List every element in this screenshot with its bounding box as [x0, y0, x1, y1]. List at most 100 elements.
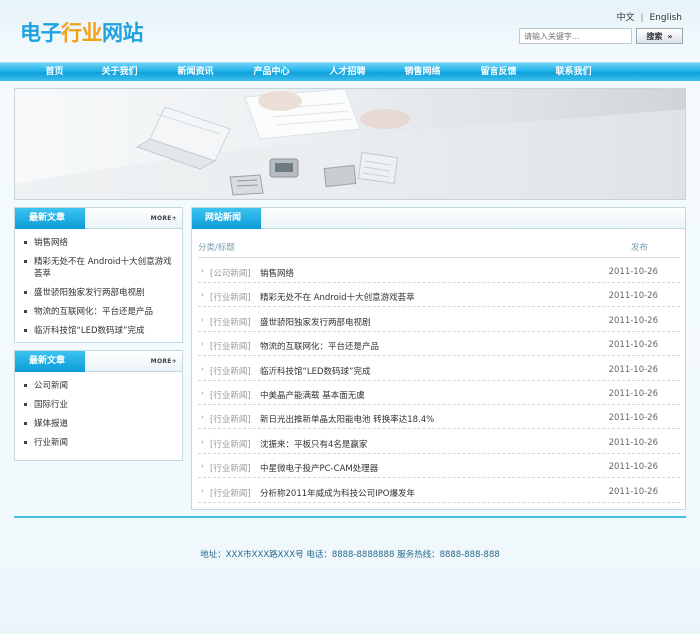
footer-contact-info: 地址：XXX市XXX路XXX号 电话：8888-8888888 服务热线：888…: [200, 550, 500, 560]
row-title[interactable]: 销售网络: [260, 267, 294, 279]
bullet-icon: [24, 260, 27, 263]
list-item[interactable]: 媒体报道: [20, 418, 177, 430]
table-row[interactable]: › [行业新闻] 精彩无处不在 Android十大创意游戏荟萃 2011-10-…: [198, 283, 680, 307]
bullet-icon: [24, 441, 27, 444]
list-item-label: 国际行业: [34, 400, 69, 410]
bullet-icon: [24, 291, 27, 294]
sidebar-box-title: 最新文章: [15, 208, 85, 229]
row-title[interactable]: 精彩无处不在 Android十大创意游戏荟萃: [260, 291, 415, 303]
table-row[interactable]: › [行业新闻] 物流的互联网化：平台还是产品 2011-10-26: [198, 332, 680, 356]
list-item[interactable]: 盛世骄阳独家发行两部电视剧: [20, 287, 177, 299]
logo-text-1: 电子: [20, 21, 62, 45]
list-item-label: 媒体报道: [34, 419, 69, 429]
row-category: [行业新闻]: [210, 391, 251, 401]
bullet-icon: [24, 241, 27, 244]
arrow-right-icon: ›: [201, 487, 204, 495]
row-title[interactable]: 分析称2011年威成为科技公司IPO爆发年: [260, 487, 415, 499]
list-item[interactable]: 行业新闻: [20, 437, 177, 449]
list-item[interactable]: 公司新闻: [20, 380, 177, 392]
table-row[interactable]: › [行业新闻] 沈振来：平板只有4名是赢家 2011-10-26: [198, 430, 680, 454]
nav-item-about[interactable]: 关于我们: [92, 63, 147, 82]
row-date: 2011-10-26: [608, 487, 658, 497]
list-item-label: 公司新闻: [34, 381, 69, 391]
site-news-panel: 网站新闻 分类/标题 发布 › [公司新闻] 销售网络 2011-10-26 ›…: [191, 207, 686, 510]
row-title[interactable]: 盛世骄阳独家发行两部电视剧: [260, 316, 371, 328]
row-category: [行业新闻]: [210, 342, 251, 352]
list-item[interactable]: 临沂科技馆“LED数码球”完成: [20, 325, 177, 337]
nav-item-home[interactable]: 首页: [27, 63, 82, 82]
sidebar-latest-articles: 最新文章 MORE+ 销售网络 精彩无处不在 Android十大创意游戏荟萃 盛…: [14, 207, 183, 343]
nav-item-feedback[interactable]: 留言反馈: [471, 63, 526, 82]
double-chevron-right-icon: »: [667, 31, 673, 41]
row-date: 2011-10-26: [608, 462, 658, 472]
sidebar-box-title: 最新文章: [15, 351, 85, 372]
row-title[interactable]: 沈振来：平板只有4名是赢家: [260, 438, 367, 450]
lang-english-link[interactable]: English: [650, 13, 683, 23]
list-item-label: 盛世骄阳独家发行两部电视剧: [34, 288, 145, 298]
bullet-icon: [24, 329, 27, 332]
bullet-icon: [24, 403, 27, 406]
site-header: 电子行业网站 中文 | English 搜索 »: [0, 0, 700, 62]
bullet-icon: [24, 384, 27, 387]
row-title[interactable]: 临沂科技馆“LED数码球”完成: [260, 365, 370, 377]
list-item[interactable]: 物流的互联网化：平台还是产品: [20, 306, 177, 318]
arrow-right-icon: ›: [201, 413, 204, 421]
row-category: [行业新闻]: [210, 415, 251, 425]
sidebar-article-list: 销售网络 精彩无处不在 Android十大创意游戏荟萃 盛世骄阳独家发行两部电视…: [15, 229, 182, 337]
row-category: [公司新闻]: [210, 269, 251, 279]
nav-item-news[interactable]: 新闻资讯: [168, 63, 223, 82]
row-category: [行业新闻]: [210, 293, 251, 303]
news-panel-title: 网站新闻: [192, 208, 261, 229]
logo-text-2: 行业: [61, 21, 103, 45]
search-button[interactable]: 搜索 »: [636, 28, 683, 44]
news-panel-header: 网站新闻: [192, 208, 685, 229]
row-date: 2011-10-26: [608, 316, 658, 326]
column-header-date: 发布: [631, 243, 649, 253]
row-category: [行业新闻]: [210, 440, 251, 450]
row-date: 2011-10-26: [608, 413, 658, 423]
table-row[interactable]: › [行业新闻] 中星微电子投产PC-CAM处理器 2011-10-26: [198, 454, 680, 478]
row-title[interactable]: 中美晶产能满载 基本面无虞: [260, 389, 365, 401]
more-link[interactable]: MORE+: [151, 215, 177, 222]
sidebar-category-list: 公司新闻 国际行业 媒体报道 行业新闻: [15, 372, 182, 449]
nav-item-contact[interactable]: 联系我们: [546, 63, 601, 82]
list-item-label: 精彩无处不在 Android十大创意游戏荟萃: [34, 257, 172, 279]
list-item-label: 行业新闻: [34, 438, 69, 448]
row-title[interactable]: 物流的互联网化：平台还是产品: [260, 340, 379, 352]
column-header-title: 分类/标题: [198, 243, 235, 253]
nav-item-jobs[interactable]: 人才招聘: [320, 63, 375, 82]
bullet-icon: [24, 422, 27, 425]
row-title[interactable]: 新日光出推新单晶太阳能电池 转换率达18.4%: [260, 413, 434, 425]
row-date: 2011-10-26: [608, 291, 658, 301]
table-row[interactable]: › [行业新闻] 盛世骄阳独家发行两部电视剧 2011-10-26: [198, 308, 680, 332]
divider: [198, 257, 680, 258]
main-nav: 首页 关于我们 新闻资讯 产品中心 人才招聘 销售网络 留言反馈 联系我们: [0, 62, 700, 81]
table-row[interactable]: › [行业新闻] 分析称2011年威成为科技公司IPO爆发年 2011-10-2…: [198, 479, 680, 503]
sidebar-box-header: 最新文章 MORE+: [15, 208, 182, 229]
arrow-right-icon: ›: [201, 291, 204, 299]
list-item[interactable]: 精彩无处不在 Android十大创意游戏荟萃: [20, 256, 177, 280]
table-row[interactable]: › [行业新闻] 新日光出推新单晶太阳能电池 转换率达18.4% 2011-10…: [198, 405, 680, 429]
row-date: 2011-10-26: [608, 389, 658, 399]
site-logo[interactable]: 电子行业网站: [20, 17, 144, 47]
list-item[interactable]: 国际行业: [20, 399, 177, 411]
banner-image: [14, 88, 686, 200]
row-date: 2011-10-26: [608, 365, 658, 375]
lang-chinese-link[interactable]: 中文: [616, 13, 634, 23]
row-category: [行业新闻]: [210, 367, 251, 377]
row-title[interactable]: 中星微电子投产PC-CAM处理器: [260, 462, 378, 474]
search-input[interactable]: [519, 28, 632, 44]
nav-item-products[interactable]: 产品中心: [244, 63, 299, 82]
table-row[interactable]: › [行业新闻] 中美晶产能满载 基本面无虞 2011-10-26: [198, 381, 680, 405]
table-row[interactable]: › [公司新闻] 销售网络 2011-10-26: [198, 259, 680, 283]
list-item-label: 销售网络: [34, 238, 69, 248]
language-switcher: 中文 | English: [616, 10, 682, 23]
arrow-right-icon: ›: [201, 316, 204, 324]
arrow-right-icon: ›: [201, 389, 204, 397]
table-row[interactable]: › [行业新闻] 临沂科技馆“LED数码球”完成 2011-10-26: [198, 357, 680, 381]
more-link[interactable]: MORE+: [151, 358, 177, 365]
logo-text-3: 网站: [102, 21, 144, 45]
list-item[interactable]: 销售网络: [20, 237, 177, 249]
nav-item-sales-network[interactable]: 销售网络: [395, 63, 450, 82]
arrow-right-icon: ›: [201, 438, 204, 446]
